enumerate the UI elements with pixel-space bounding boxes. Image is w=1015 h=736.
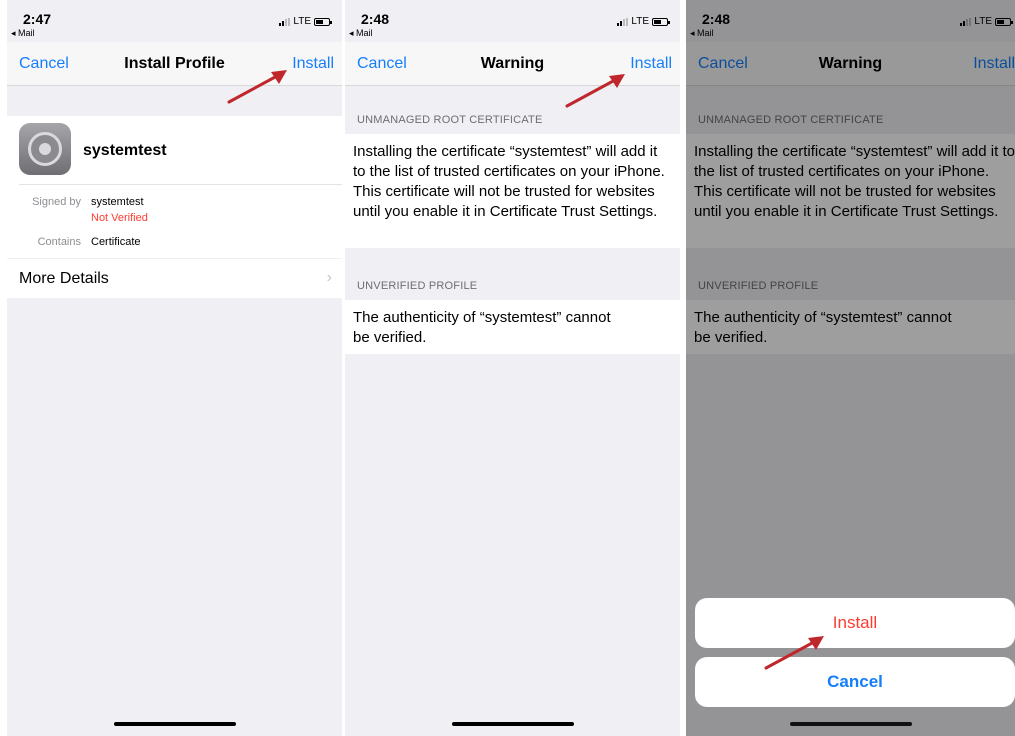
pointer-arrow-icon bbox=[565, 74, 625, 108]
status-bar: 2:47 ◂ Mail LTE bbox=[7, 0, 342, 42]
more-details-label: More Details bbox=[19, 270, 109, 287]
chevron-right-icon: › bbox=[326, 269, 332, 286]
warning-card: The authenticity of “systemtest” cannot … bbox=[345, 300, 680, 354]
network-label: LTE bbox=[293, 16, 311, 27]
sheet-cancel-button[interactable]: Cancel bbox=[695, 657, 1015, 707]
divider bbox=[19, 184, 342, 185]
signal-icon bbox=[617, 17, 629, 26]
pointer-arrow-icon bbox=[227, 70, 287, 104]
status-bar: 2:48 ◂ Mail LTE bbox=[345, 0, 680, 42]
contains-value: Certificate bbox=[91, 236, 141, 248]
network-label: LTE bbox=[631, 16, 649, 27]
signed-by-value: systemtest bbox=[91, 196, 144, 208]
contains-label: Contains bbox=[37, 236, 81, 248]
install-button[interactable]: Install bbox=[630, 55, 672, 73]
battery-icon bbox=[314, 17, 332, 26]
warning-text: The authenticity of “systemtest” cannot … bbox=[353, 309, 611, 346]
settings-gear-icon bbox=[19, 123, 71, 175]
install-button[interactable]: Install bbox=[292, 55, 334, 73]
signal-icon bbox=[279, 17, 291, 26]
warning-text: Installing the certificate “systemtest” … bbox=[353, 143, 665, 220]
profile-name: systemtest bbox=[83, 142, 167, 159]
signed-by-label: Signed by bbox=[32, 196, 81, 208]
signal-status: LTE bbox=[279, 16, 332, 27]
profile-card: systemtest Signed by systemtest Not Veri… bbox=[7, 116, 342, 258]
pointer-arrow-icon bbox=[764, 636, 824, 670]
confirm-install-button[interactable]: Install bbox=[695, 598, 1015, 648]
section-header: UNMANAGED ROOT CERTIFICATE bbox=[357, 114, 543, 126]
warning-screen: 2:48 ◂ Mail LTE Cancel Warning Install U… bbox=[345, 0, 680, 736]
home-indicator bbox=[451, 722, 574, 726]
cancel-button[interactable]: Cancel bbox=[357, 55, 407, 73]
battery-icon bbox=[652, 17, 670, 26]
section-header: UNVERIFIED PROFILE bbox=[357, 280, 478, 292]
home-indicator bbox=[113, 722, 236, 726]
status-time: 2:47 bbox=[23, 11, 52, 27]
warning-card: Installing the certificate “systemtest” … bbox=[345, 134, 680, 248]
install-confirmation-screen: 2:48 ◂ Mail LTE Cancel Warning Install U… bbox=[686, 0, 1015, 736]
verification-status: Not Verified bbox=[91, 212, 148, 224]
back-to-mail-link[interactable]: ◂ Mail bbox=[349, 28, 373, 39]
status-time: 2:48 bbox=[361, 11, 390, 27]
navigation-bar: Cancel Install Profile Install bbox=[7, 42, 342, 86]
install-profile-screen: 2:47 ◂ Mail LTE Cancel Install Profile I… bbox=[7, 0, 342, 736]
more-details-row[interactable]: More Details › bbox=[7, 259, 342, 298]
home-indicator bbox=[789, 722, 912, 726]
back-to-mail-link[interactable]: ◂ Mail bbox=[11, 28, 35, 39]
signal-status: LTE bbox=[617, 16, 670, 27]
navigation-bar: Cancel Warning Install bbox=[345, 42, 680, 86]
cancel-button[interactable]: Cancel bbox=[19, 55, 69, 73]
